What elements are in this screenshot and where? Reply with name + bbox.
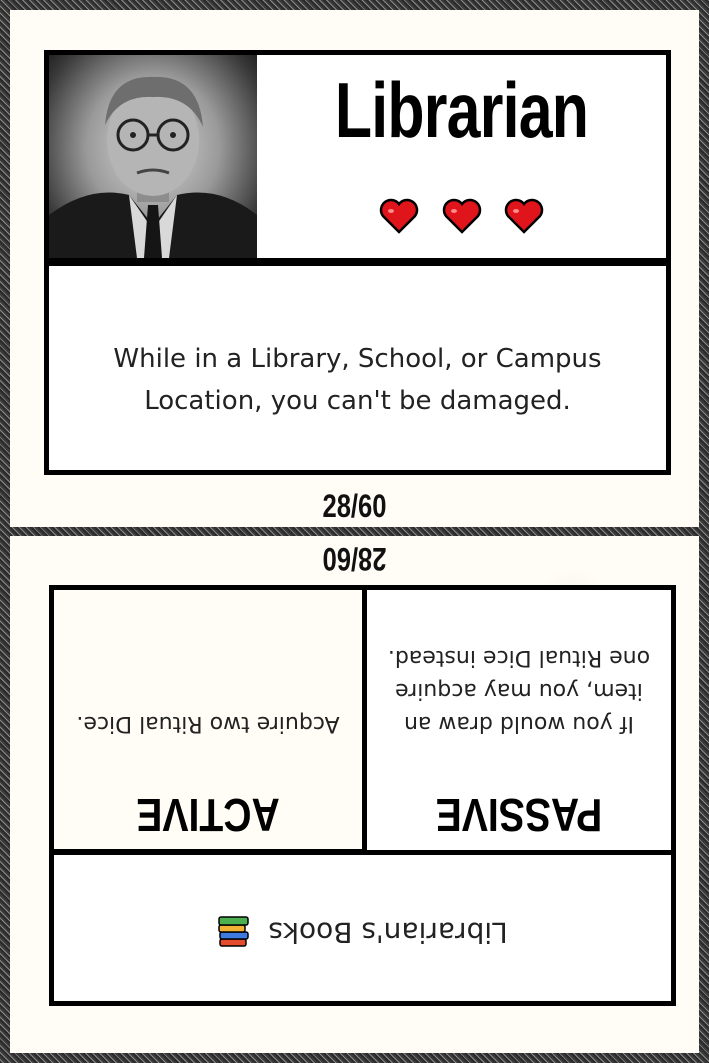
rotated-content: 28/60 Librarian's Books PASSIVE If you w… (10, 536, 699, 1053)
card-top-half: Librarian While in a Library, School, or… (10, 10, 699, 527)
card-title: Librarian (334, 66, 589, 154)
heart-icon (442, 198, 481, 234)
header-panel: Librarian (44, 50, 671, 263)
active-text: Acquire two Ritual Dice. (76, 711, 340, 736)
card-description: While in a Library, School, or Campus Lo… (113, 344, 602, 416)
card-counter: 28/60 (322, 488, 387, 524)
heart-icon (380, 198, 419, 234)
description-panel: While in a Library, School, or Campus Lo… (44, 261, 671, 475)
character-portrait (49, 55, 257, 258)
item-name-row: Librarian's Books (54, 914, 671, 949)
card-frame: Librarian While in a Library, School, or… (0, 0, 709, 1063)
active-ability-panel: ACTIVE Acquire two Ritual Dice. (49, 585, 367, 855)
heart-icon (504, 198, 543, 234)
item-name: Librarian's Books (268, 916, 508, 949)
health-hearts (257, 191, 666, 236)
portrait-image (49, 76, 257, 258)
passive-text: If you would draw an item, you may acqui… (387, 645, 651, 736)
active-title: ACTIVE (136, 789, 280, 841)
passive-title: PASSIVE (435, 789, 603, 841)
item-name-panel: Librarian's Books (49, 849, 676, 1006)
card-counter-inverted: 28/60 (322, 541, 387, 577)
card-bottom-half: 28/60 Librarian's Books PASSIVE If you w… (10, 536, 699, 1053)
books-icon (218, 916, 250, 947)
passive-ability-panel: PASSIVE If you would draw an item, you m… (362, 585, 676, 855)
